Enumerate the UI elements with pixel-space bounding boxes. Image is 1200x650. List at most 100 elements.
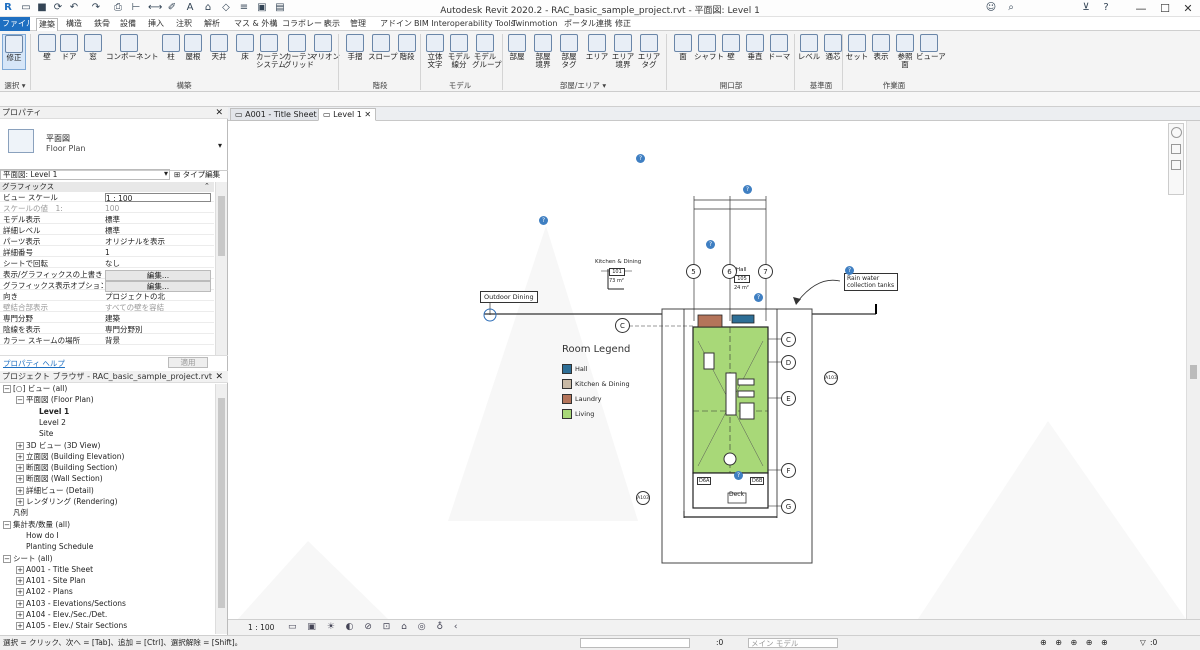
grid-bubble-row[interactable]: C: [781, 332, 796, 347]
browser-item[interactable]: + 断面図 (Wall Section): [16, 474, 103, 484]
view-tab[interactable]: ▭ Level 1 ✕: [318, 108, 377, 121]
property-row[interactable]: 詳細レベル 標準: [0, 226, 214, 235]
panel-close-icon[interactable]: ✕: [215, 108, 223, 118]
ribbon-button-build-6[interactable]: 天井: [206, 34, 232, 61]
view-scale[interactable]: 1 : 100: [248, 623, 274, 632]
property-value[interactable]: 1: [105, 248, 211, 257]
ribbon-tab-12[interactable]: アドイン: [378, 18, 414, 31]
canvas-scrollbar[interactable]: [1186, 121, 1200, 619]
ribbon-tab-1[interactable]: 建築: [36, 18, 58, 31]
ribbon-tab-15[interactable]: ポータル連携: [562, 18, 614, 31]
steering-wheel-icon[interactable]: [1170, 127, 1182, 138]
browser-item[interactable]: + A102 - Plans: [16, 587, 73, 597]
grid-bubble-row[interactable]: C: [615, 318, 630, 333]
property-value[interactable]: なし: [105, 259, 211, 268]
browser-item[interactable]: Site: [29, 429, 53, 438]
ribbon-tab-6[interactable]: 注釈: [174, 18, 194, 31]
ribbon-button-room-5[interactable]: エリア タグ: [636, 34, 662, 69]
help-marker-icon[interactable]: ?: [539, 216, 548, 225]
navigation-bar[interactable]: [1168, 123, 1184, 195]
group-workplane[interactable]: 作業面: [844, 80, 944, 91]
ribbon-button-build-9[interactable]: カーテン グリッド: [284, 34, 314, 69]
selection-toggle-icons[interactable]: ⊕ ⊕ ⊕ ⊕ ⊕: [1040, 636, 1111, 650]
view-control-icons[interactable]: ▭ ▣ ☀ ◐ ⊘ ⊡ ⌂ ◎ ♁ ‹: [288, 622, 462, 632]
property-row[interactable]: 壁結合部表示 すべての壁を容結: [0, 303, 214, 312]
ribbon-button-circulation-1[interactable]: スロープ: [368, 34, 398, 61]
ribbon-button-opening-1[interactable]: シャフト: [694, 34, 724, 61]
expand-icon[interactable]: +: [16, 498, 24, 506]
elevation-marker-b[interactable]: A103: [824, 371, 838, 385]
expand-icon[interactable]: +: [16, 622, 24, 631]
property-row[interactable]: モデル表示 標準: [0, 215, 214, 224]
browser-item[interactable]: + 詳細ビュー (Detail): [16, 486, 94, 495]
grid-bubble-column[interactable]: 6: [722, 264, 737, 279]
search-icon[interactable]: ⌕: [1005, 2, 1017, 14]
ribbon-tab-2[interactable]: 構造: [64, 18, 84, 31]
property-value[interactable]: 標準: [105, 226, 211, 235]
ribbon-button-opening-2[interactable]: 壁: [718, 34, 744, 61]
apply-button[interactable]: 適用: [168, 357, 208, 368]
instance-dropdown-icon[interactable]: ▾: [164, 169, 168, 178]
ribbon-button-room-2[interactable]: 部屋 タグ: [556, 34, 582, 69]
grid-bubble-column[interactable]: 7: [758, 264, 773, 279]
browser-item[interactable]: + A101 - Site Plan: [16, 576, 86, 586]
section-header-graphics[interactable]: グラフィックス: [0, 182, 214, 192]
expand-icon[interactable]: +: [16, 464, 24, 473]
property-value[interactable]: 1 : 100: [105, 193, 211, 202]
property-row[interactable]: スケールの値 1: 100: [0, 204, 214, 213]
minimize-button[interactable]: —: [1130, 0, 1152, 17]
ribbon-button-room-1[interactable]: 部屋 境界: [530, 34, 556, 69]
close-button[interactable]: ✕: [1177, 0, 1199, 17]
browser-item[interactable]: + A103 - Elevations/Sections: [16, 599, 126, 608]
grid-bubble-row[interactable]: G: [781, 499, 796, 514]
ribbon-button-workplane-2[interactable]: 参照 面: [892, 34, 918, 69]
instance-selector[interactable]: 平面図: Level 1: [0, 169, 170, 180]
grid-bubble-row[interactable]: F: [781, 463, 796, 478]
property-row[interactable]: パーツ表示 オリジナルを表示: [0, 237, 214, 246]
expand-icon[interactable]: +: [16, 486, 24, 495]
browser-close-icon[interactable]: ✕: [215, 372, 223, 382]
expand-icon[interactable]: +: [16, 441, 24, 450]
grid-bubble-row[interactable]: E: [781, 391, 796, 406]
ribbon-tab-16[interactable]: 修正: [613, 18, 633, 31]
property-row[interactable]: シートで回転 なし: [0, 259, 214, 268]
ribbon-tab-8[interactable]: マス & 外構: [232, 18, 279, 31]
group-circulation[interactable]: 階段: [342, 80, 418, 91]
group-room-area[interactable]: 部屋/エリア ▾: [504, 80, 662, 91]
browser-item[interactable]: + A104 - Elev./Sec./Det.: [16, 610, 107, 619]
collapse-icon[interactable]: −: [3, 554, 11, 563]
ribbon-button-workplane-1[interactable]: 表示: [868, 34, 894, 61]
browser-item[interactable]: + A105 - Elev./ Stair Sections: [16, 621, 127, 631]
property-value[interactable]: 編集...: [105, 281, 211, 292]
ribbon-button-opening-0[interactable]: 面: [670, 34, 696, 61]
property-value[interactable]: 標準: [105, 215, 211, 224]
ribbon-tab-11[interactable]: 管理: [348, 18, 368, 31]
expand-icon[interactable]: +: [16, 588, 24, 597]
collapse-icon[interactable]: −: [3, 385, 11, 393]
help-marker-icon[interactable]: ?: [754, 293, 763, 302]
ribbon-button-opening-3[interactable]: 垂直: [742, 34, 768, 61]
properties-help-link[interactable]: プロパティ ヘルプ: [3, 358, 65, 369]
browser-item[interactable]: − 平面図 (Floor Plan): [16, 395, 94, 405]
elevation-marker-a[interactable]: A103: [636, 491, 650, 505]
browser-item[interactable]: − シート (all): [3, 554, 53, 563]
ribbon-button-room-0[interactable]: 部屋: [504, 34, 530, 61]
property-row[interactable]: 表示/グラフィックスの上書き 編集...: [0, 270, 214, 281]
group-build[interactable]: 構築: [34, 80, 334, 91]
ribbon-tab-14[interactable]: Twinmotion: [510, 18, 559, 31]
ribbon-button-model-0[interactable]: 立体 文字: [422, 34, 448, 69]
property-value[interactable]: 100: [105, 204, 211, 213]
property-row[interactable]: 陰線を表示 専門分野別: [0, 325, 214, 334]
grid-bubble-column[interactable]: 5: [686, 264, 701, 279]
ribbon-tab-0[interactable]: ファイル: [0, 17, 34, 31]
cart-icon[interactable]: ⊻: [1080, 2, 1092, 14]
ribbon-tab-7[interactable]: 解析: [202, 18, 222, 31]
ribbon-button-build-10[interactable]: マリオン: [310, 34, 340, 61]
help-icon[interactable]: ?: [1100, 2, 1112, 14]
ribbon-button-workplane-0[interactable]: セット: [844, 34, 870, 61]
browser-item[interactable]: How do I: [16, 531, 59, 540]
property-row[interactable]: ビュー スケール 1 : 100: [0, 193, 214, 202]
expand-icon[interactable]: +: [16, 452, 24, 461]
help-marker-icon[interactable]: ?: [845, 266, 854, 275]
ribbon-button-build-1[interactable]: ドア: [56, 34, 82, 61]
